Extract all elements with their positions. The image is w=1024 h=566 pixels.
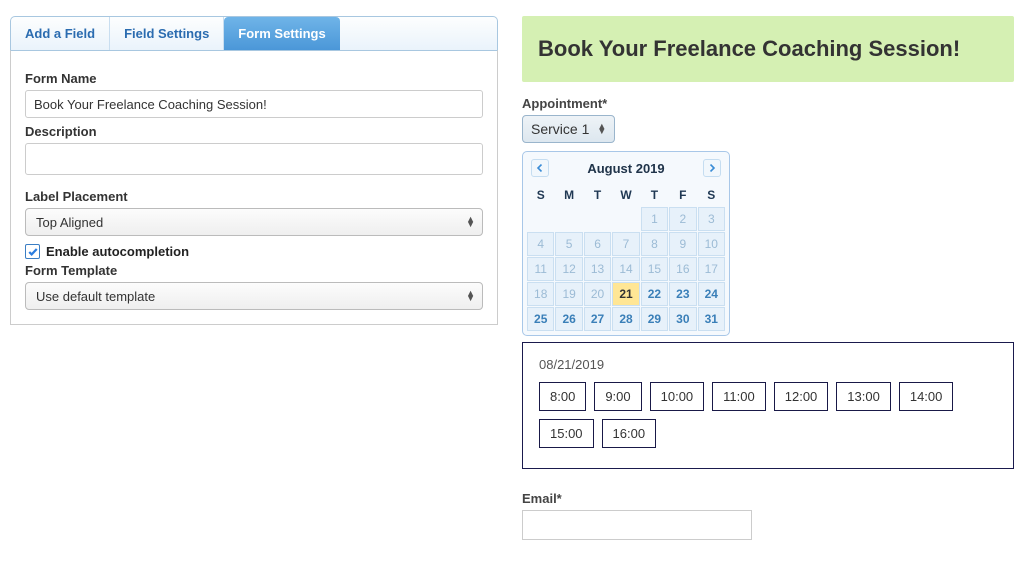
time-slot[interactable]: 8:00 [539,382,586,411]
select-value: Use default template [36,289,155,304]
selected-date: 08/21/2019 [539,357,997,372]
calendar-day: 2 [669,207,696,231]
calendar-day: 4 [527,232,554,256]
chevron-right-icon [708,164,716,172]
calendar-grid: SMTWTFS123456789101112131415161718192021… [527,184,725,331]
calendar-day: 12 [555,257,582,281]
enable-autocompletion-checkbox[interactable] [25,244,40,259]
calendar-blank [612,207,639,231]
time-slot[interactable]: 9:00 [594,382,641,411]
calendar-day: 14 [612,257,639,281]
calendar-dow: S [698,184,725,206]
calendar: August 2019 SMTWTFS123456789101112131415… [522,151,730,336]
calendar-day: 19 [555,282,582,306]
form-name-label: Form Name [25,71,483,86]
calendar-blank [584,207,611,231]
form-settings-panel: Form Name Description Label Placement To… [10,50,498,325]
calendar-day: 10 [698,232,725,256]
label-placement-select[interactable]: Top Aligned ▲▼ [25,208,483,236]
calendar-dow: M [555,184,582,206]
calendar-day: 11 [527,257,554,281]
calendar-day: 20 [584,282,611,306]
calendar-day: 8 [641,232,668,256]
calendar-day: 15 [641,257,668,281]
select-value: Service 1 [531,121,589,137]
calendar-blank [527,207,554,231]
description-input[interactable] [25,143,483,175]
calendar-dow: F [669,184,696,206]
calendar-day[interactable]: 31 [698,307,725,331]
enable-autocompletion-label: Enable autocompletion [46,244,189,259]
calendar-dow: T [641,184,668,206]
calendar-day[interactable]: 21 [612,282,639,306]
tabs: Add a Field Field Settings Form Settings [10,16,498,50]
appointment-label: Appointment* [522,96,1014,111]
select-value: Top Aligned [36,215,103,230]
calendar-day: 5 [555,232,582,256]
service-select[interactable]: Service 1 ▲▼ [522,115,615,143]
calendar-day[interactable]: 26 [555,307,582,331]
tab-field-settings[interactable]: Field Settings [110,17,224,50]
chevron-updown-icon: ▲▼ [466,291,475,301]
calendar-dow: T [584,184,611,206]
email-label: Email* [522,491,1014,506]
time-slot[interactable]: 12:00 [774,382,829,411]
time-slot[interactable]: 10:00 [650,382,705,411]
form-preview: Book Your Freelance Coaching Session! Ap… [522,16,1014,566]
tab-add-field[interactable]: Add a Field [11,17,110,50]
calendar-header: August 2019 [527,156,725,180]
calendar-day: 9 [669,232,696,256]
tab-form-settings[interactable]: Form Settings [224,17,339,50]
chevron-left-icon [536,164,544,172]
calendar-next-button[interactable] [703,159,721,177]
form-name-input[interactable] [25,90,483,118]
description-label: Description [25,124,483,139]
form-template-label: Form Template [25,263,483,278]
calendar-day[interactable]: 24 [698,282,725,306]
calendar-day[interactable]: 28 [612,307,639,331]
time-slot[interactable]: 15:00 [539,419,594,448]
chevron-updown-icon: ▲▼ [597,124,606,134]
calendar-month-title: August 2019 [587,161,664,176]
calendar-day: 1 [641,207,668,231]
email-input[interactable] [522,510,752,540]
calendar-day[interactable]: 23 [669,282,696,306]
calendar-day: 3 [698,207,725,231]
label-placement-label: Label Placement [25,189,483,204]
time-slot[interactable]: 11:00 [712,382,766,411]
calendar-day: 16 [669,257,696,281]
calendar-day[interactable]: 22 [641,282,668,306]
calendar-day[interactable]: 25 [527,307,554,331]
time-slot[interactable]: 13:00 [836,382,891,411]
chevron-updown-icon: ▲▼ [466,217,475,227]
settings-panel: Add a Field Field Settings Form Settings… [10,16,498,566]
form-preview-title: Book Your Freelance Coaching Session! [522,16,1014,82]
calendar-prev-button[interactable] [531,159,549,177]
time-slot-box: 08/21/2019 8:00 9:00 10:0011:00 12:0013:00 1… [522,342,1014,469]
calendar-day: 7 [612,232,639,256]
calendar-dow: W [612,184,639,206]
time-slot[interactable]: 14:00 [899,382,954,411]
time-slot[interactable]: 16:00 [602,419,657,448]
calendar-dow: S [527,184,554,206]
calendar-day[interactable]: 30 [669,307,696,331]
calendar-day[interactable]: 27 [584,307,611,331]
form-template-select[interactable]: Use default template ▲▼ [25,282,483,310]
calendar-blank [555,207,582,231]
calendar-day[interactable]: 29 [641,307,668,331]
time-slot-row: 8:00 9:00 10:0011:00 12:0013:00 14:00 15:00 16… [539,382,997,448]
calendar-day: 18 [527,282,554,306]
calendar-day: 13 [584,257,611,281]
calendar-day: 6 [584,232,611,256]
calendar-day: 17 [698,257,725,281]
